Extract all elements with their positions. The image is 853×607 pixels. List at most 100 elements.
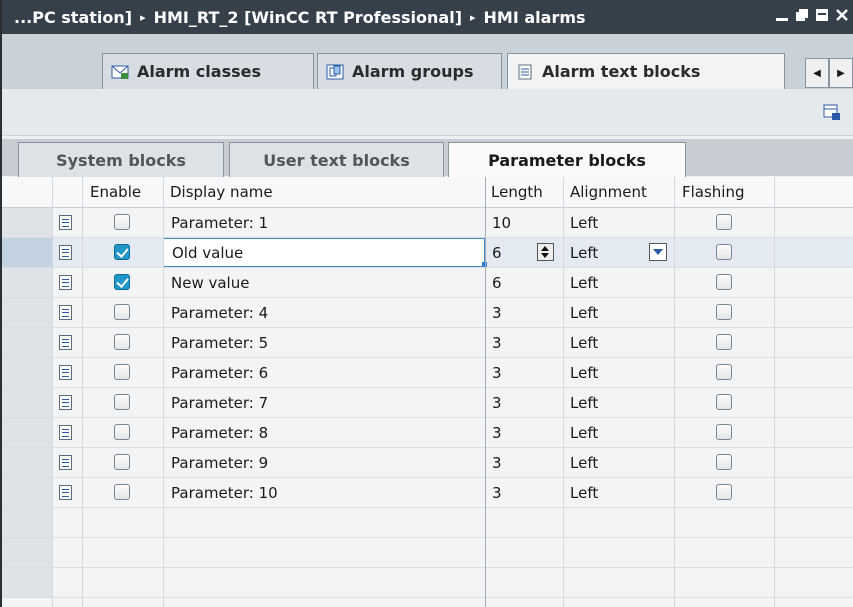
length-spinner-icon[interactable] <box>537 243 554 261</box>
table-row[interactable]: New value 6 Left <box>2 268 853 298</box>
flashing-checkbox[interactable] <box>716 214 732 230</box>
flashing-checkbox[interactable] <box>716 484 732 500</box>
row-header[interactable] <box>2 298 52 327</box>
enable-checkbox[interactable] <box>114 484 130 500</box>
display-name-input[interactable]: Old value <box>163 238 485 267</box>
enable-checkbox[interactable] <box>114 214 130 230</box>
column-header-display-name[interactable]: Display name <box>170 183 273 201</box>
alignment-cell[interactable]: Left <box>570 334 598 352</box>
empty-table-row[interactable] <box>2 538 853 568</box>
table-row[interactable]: Parameter: 9 3 Left <box>2 448 853 478</box>
length-cell[interactable]: 10 <box>492 214 511 232</box>
enable-checkbox[interactable] <box>114 394 130 410</box>
column-header-enable[interactable]: Enable <box>90 183 141 201</box>
row-header[interactable] <box>2 388 52 417</box>
flashing-checkbox[interactable] <box>716 244 732 260</box>
table-row[interactable]: Old value 6 Left <box>2 238 853 268</box>
enable-checkbox[interactable] <box>114 424 130 440</box>
length-cell[interactable]: 3 <box>492 334 502 352</box>
alignment-dropdown-icon[interactable] <box>649 243 667 261</box>
enable-checkbox[interactable] <box>114 244 130 260</box>
flashing-checkbox[interactable] <box>716 334 732 350</box>
maximize-icon[interactable] <box>815 7 829 21</box>
tab-system-blocks[interactable]: System blocks <box>18 142 224 177</box>
length-cell[interactable]: 3 <box>492 364 502 382</box>
display-name-cell[interactable]: Parameter: 6 <box>171 364 268 382</box>
length-cell[interactable]: 3 <box>492 484 502 502</box>
flashing-checkbox[interactable] <box>716 274 732 290</box>
table-row[interactable]: Parameter: 6 3 Left <box>2 358 853 388</box>
breadcrumb-alarms[interactable]: HMI alarms <box>484 8 586 27</box>
flashing-checkbox[interactable] <box>716 454 732 470</box>
flashing-checkbox[interactable] <box>716 424 732 440</box>
row-header[interactable] <box>2 358 52 387</box>
row-header[interactable] <box>2 478 52 507</box>
row-header[interactable] <box>2 328 52 357</box>
row-header[interactable] <box>2 418 52 447</box>
table-row[interactable]: Parameter: 1 10 Left <box>2 208 853 238</box>
enable-checkbox[interactable] <box>114 304 130 320</box>
length-cell[interactable]: 6 <box>492 274 502 292</box>
minimize-icon[interactable] <box>775 7 789 21</box>
flashing-checkbox[interactable] <box>716 394 732 410</box>
display-name-cell[interactable]: Parameter: 8 <box>171 424 268 442</box>
alignment-cell[interactable]: Left <box>570 394 598 412</box>
table-row[interactable]: Parameter: 7 3 Left <box>2 388 853 418</box>
empty-table-row[interactable] <box>2 508 853 538</box>
table-row[interactable]: Parameter: 8 3 Left <box>2 418 853 448</box>
tab-parameter-blocks[interactable]: Parameter blocks <box>448 142 686 178</box>
row-header[interactable] <box>2 538 52 567</box>
alignment-cell[interactable]: Left <box>570 214 598 232</box>
breadcrumb-station[interactable]: ...PC station] <box>14 8 132 27</box>
flashing-checkbox[interactable] <box>716 304 732 320</box>
alignment-cell[interactable]: Left <box>570 244 598 262</box>
scroll-right-icon[interactable]: ▶ <box>829 58 853 88</box>
display-name-cell[interactable]: Parameter: 9 <box>171 454 268 472</box>
table-row[interactable]: Parameter: 4 3 Left <box>2 298 853 328</box>
display-name-cell[interactable]: Parameter: 1 <box>171 214 268 232</box>
table-row[interactable]: Parameter: 10 3 Left <box>2 478 853 508</box>
close-icon[interactable] <box>835 7 849 21</box>
tab-alarm-classes[interactable]: Alarm classes <box>102 53 314 89</box>
display-name-cell[interactable]: Parameter: 5 <box>171 334 268 352</box>
column-header-length[interactable]: Length <box>491 183 543 201</box>
alignment-cell[interactable]: Left <box>570 484 598 502</box>
row-header[interactable] <box>2 238 52 267</box>
length-cell[interactable]: 3 <box>492 304 502 322</box>
table-row[interactable]: Parameter: 5 3 Left <box>2 328 853 358</box>
alignment-cell[interactable]: Left <box>570 274 598 292</box>
breadcrumb-hmi[interactable]: HMI_RT_2 [WinCC RT Professional] <box>154 8 462 27</box>
row-header[interactable] <box>2 508 52 537</box>
row-header[interactable] <box>2 448 52 477</box>
enable-checkbox[interactable] <box>114 364 130 380</box>
length-cell[interactable]: 6 <box>492 244 502 262</box>
row-header[interactable] <box>2 208 52 237</box>
scroll-left-icon[interactable]: ◀ <box>805 58 829 88</box>
display-name-cell[interactable]: Parameter: 4 <box>171 304 268 322</box>
enable-checkbox[interactable] <box>114 454 130 470</box>
length-cell[interactable]: 3 <box>492 454 502 472</box>
alignment-cell[interactable]: Left <box>570 304 598 322</box>
alignment-cell[interactable]: Left <box>570 364 598 382</box>
column-header-flashing[interactable]: Flashing <box>682 183 745 201</box>
row-header[interactable] <box>2 568 52 597</box>
tab-alarm-text-blocks[interactable]: Alarm text blocks <box>507 53 785 89</box>
length-cell[interactable]: 3 <box>492 424 502 442</box>
alignment-cell[interactable]: Left <box>570 454 598 472</box>
length-cell[interactable]: 3 <box>492 394 502 412</box>
alignment-cell[interactable]: Left <box>570 424 598 442</box>
display-name-cell[interactable]: New value <box>171 274 249 292</box>
empty-table-row[interactable] <box>2 568 853 598</box>
enable-checkbox[interactable] <box>114 334 130 350</box>
column-header-alignment[interactable]: Alignment <box>570 183 647 201</box>
float-window-icon[interactable] <box>795 7 809 21</box>
display-name-cell[interactable]: Parameter: 10 <box>171 484 278 502</box>
flashing-checkbox[interactable] <box>716 364 732 380</box>
row-header[interactable] <box>2 268 52 297</box>
display-name-cell[interactable]: Parameter: 7 <box>171 394 268 412</box>
column-divider[interactable] <box>485 177 486 607</box>
tab-alarm-groups[interactable]: Alarm groups <box>317 53 502 89</box>
tab-user-text-blocks[interactable]: User text blocks <box>229 142 444 177</box>
enable-checkbox[interactable] <box>114 274 130 290</box>
export-icon[interactable] <box>823 103 841 121</box>
